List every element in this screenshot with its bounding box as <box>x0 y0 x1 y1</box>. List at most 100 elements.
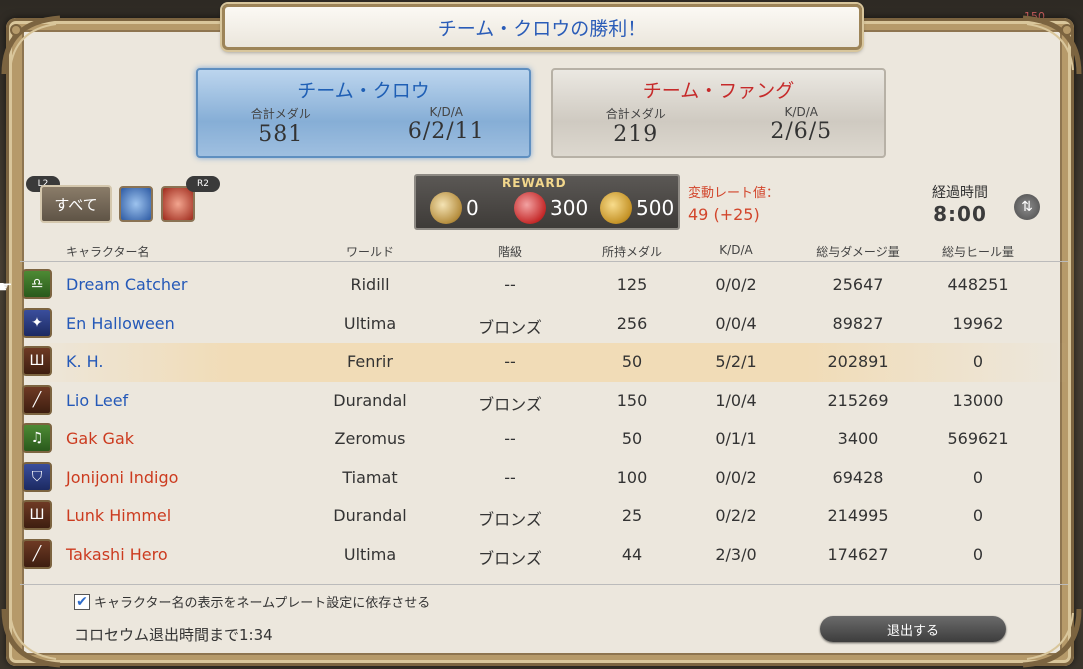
medal-total-label: 合計メダル <box>250 107 311 121</box>
tank-job-icon: ⛉ <box>22 461 52 492</box>
team-name: チーム・ファング <box>642 80 795 102</box>
sort-toggle-icon[interactable]: ⇅ <box>1014 194 1040 220</box>
column-header: 総与ヒール量 <box>941 245 1014 259</box>
character-name: K. H. <box>66 352 104 371</box>
wolf-mark-icon <box>514 192 546 224</box>
damage: 202891 <box>827 352 889 371</box>
r2-button-icon: R2 <box>186 176 220 192</box>
medals: 50 <box>621 429 643 448</box>
medals: 44 <box>621 544 643 564</box>
kda: 0/2/2 <box>715 506 757 525</box>
heal: 19962 <box>952 313 1004 333</box>
heal: 569621 <box>947 429 1009 448</box>
elapsed-value: 8:00 <box>933 202 987 226</box>
kda: 0/0/2 <box>715 467 757 487</box>
world: Ultima <box>343 313 397 333</box>
heal: 0 <box>972 544 984 564</box>
column-header: キャラクター名 <box>66 245 150 259</box>
victory-title: チーム・クロウの勝利！ <box>222 4 862 50</box>
medals: 150 <box>616 390 648 410</box>
team-crow-filter-icon[interactable] <box>119 186 153 222</box>
medals: 100 <box>616 467 648 487</box>
nameplate-setting[interactable]: ✔ キャラクター名の表示をネームプレート設定に依存させる <box>74 592 430 611</box>
kda-label: K/D/A <box>429 105 463 119</box>
elapsed-label: 経過時間 <box>932 185 988 201</box>
reward-value: 500 <box>636 196 675 220</box>
table-row[interactable]: ♫ Gak Gak Zeromus -- 50 0/1/1 3400 56962… <box>20 420 1068 459</box>
table-row[interactable]: ✦ En Halloween Ultima ブロンズ 256 0/0/4 898… <box>20 305 1068 344</box>
team-fang-filter-icon[interactable] <box>161 186 195 222</box>
medals: 25 <box>621 506 643 525</box>
medal-total: 219 <box>613 122 659 147</box>
column-header: ワールド <box>345 245 394 259</box>
rank: ブロンズ <box>478 394 542 414</box>
exit-button[interactable]: 退出する <box>820 616 1006 642</box>
dps-job-icon: ╱ <box>22 384 52 415</box>
tank-job-icon: ✦ <box>22 307 52 338</box>
kda: 1/0/4 <box>715 390 757 410</box>
character-name: Gak Gak <box>66 429 135 448</box>
damage: 89827 <box>832 313 884 333</box>
table-row[interactable]: ⛉ Jonijoni Indigo Tiamat -- 100 0/0/2 69… <box>20 459 1068 498</box>
kda: 0/0/2 <box>715 275 757 294</box>
team-kda: 6/2/11 <box>407 119 485 144</box>
team-name: チーム・クロウ <box>297 80 430 102</box>
divider <box>20 584 1068 585</box>
medals: 50 <box>621 352 643 371</box>
world: Tiamat <box>342 467 398 487</box>
damage: 214995 <box>827 506 889 525</box>
rank: -- <box>504 429 516 448</box>
table-row[interactable]: ☛ ♎ Dream Catcher Ridill -- 125 0/0/2 25… <box>0 266 1068 305</box>
dps-job-icon: Ш <box>22 500 52 530</box>
medals: 256 <box>616 313 648 333</box>
world: Ultima <box>343 544 397 564</box>
healer-job-icon: ♎ <box>22 269 52 299</box>
world: Ridill <box>350 275 390 294</box>
ornament-corner-icon <box>1019 605 1083 669</box>
table-row[interactable]: ╱ Takashi Hero Ultima ブロンズ 44 2/3/0 1746… <box>20 536 1068 575</box>
nameplate-checkbox[interactable]: ✔ <box>74 593 90 610</box>
team-fang-summary: チーム・ファング 合計メダル 219 K/D/A 2/6/5 <box>551 68 886 158</box>
medal-total-label: 合計メダル <box>605 107 666 121</box>
world: Durandal <box>333 390 407 410</box>
medals: 125 <box>616 275 648 294</box>
character-name: Lio Leef <box>66 390 129 410</box>
damage: 25647 <box>832 275 884 294</box>
pvp-exp-icon <box>430 192 462 224</box>
kda: 2/3/0 <box>715 544 757 564</box>
table-row-self[interactable]: Ш K. H. Fenrir -- 50 5/2/1 202891 0 <box>20 343 1068 382</box>
damage: 69428 <box>832 467 884 487</box>
character-name: Takashi Hero <box>66 544 168 564</box>
rank: -- <box>504 467 516 487</box>
gil-icon <box>600 192 632 224</box>
table-row[interactable]: Ш Lunk Himmel Durandal ブロンズ 25 0/2/2 214… <box>20 497 1068 536</box>
reward-value: 0 <box>466 196 479 220</box>
filter-all-button[interactable]: すべて <box>40 185 112 223</box>
kda: 0/0/4 <box>715 313 757 333</box>
reward-title: REWARD <box>502 176 567 190</box>
damage: 3400 <box>837 429 879 448</box>
dps-job-icon: Ш <box>22 346 52 376</box>
world: Durandal <box>333 506 407 525</box>
character-name: En Halloween <box>66 313 175 333</box>
player-table: ☛ ♎ Dream Catcher Ridill -- 125 0/0/2 25… <box>0 266 1068 575</box>
elapsed-time: 経過時間 8:00 <box>920 182 1000 226</box>
team-crow-summary: チーム・クロウ 合計メダル 581 K/D/A 6/2/11 <box>196 68 531 158</box>
rate-value: 49 (+25) <box>688 205 760 224</box>
heal: 13000 <box>952 390 1004 410</box>
heal: 0 <box>972 467 984 487</box>
heal: 0 <box>972 506 984 525</box>
team-kda: 2/6/5 <box>770 119 833 144</box>
ornament-corner-icon <box>0 14 64 78</box>
kda-label: K/D/A <box>784 105 818 119</box>
column-header: 所持メダル <box>601 245 662 259</box>
rate-label: 変動レート値： <box>688 186 780 201</box>
damage: 174627 <box>827 544 889 564</box>
kda: 5/2/1 <box>715 352 757 371</box>
rank: -- <box>504 275 516 294</box>
damage: 215269 <box>827 390 889 410</box>
ornament-corner-icon <box>1019 14 1083 78</box>
table-row[interactable]: ╱ Lio Leef Durandal ブロンズ 150 1/0/4 21526… <box>20 382 1068 421</box>
heal: 0 <box>972 352 984 371</box>
world: Fenrir <box>347 352 393 371</box>
